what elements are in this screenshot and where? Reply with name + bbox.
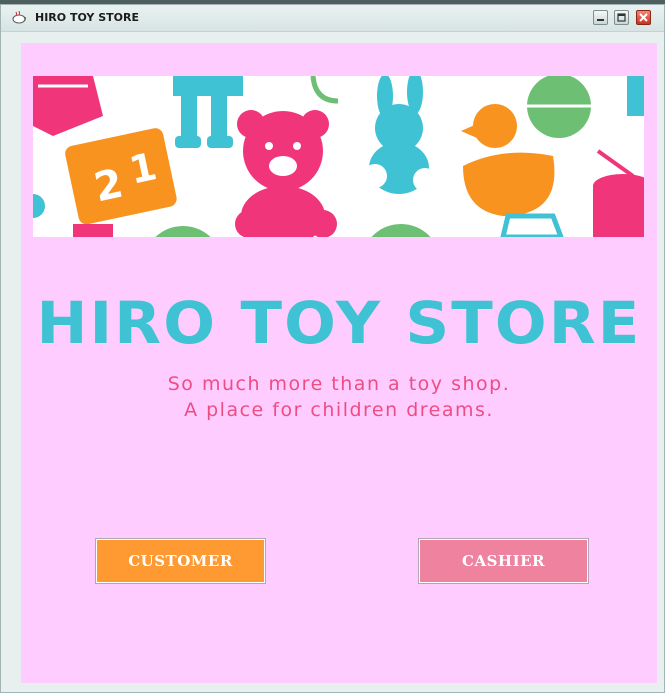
app-icon xyxy=(12,11,26,24)
close-button[interactable] xyxy=(636,10,651,25)
close-icon xyxy=(639,13,648,22)
tagline-line-2: A place for children dreams. xyxy=(184,399,494,421)
tagline-line-1: So much more than a toy shop. xyxy=(167,373,511,395)
maximize-icon xyxy=(617,13,626,22)
toy-banner-image: 2 1 xyxy=(33,76,644,237)
minimize-icon xyxy=(597,19,604,21)
maximize-button[interactable] xyxy=(614,10,629,25)
main-panel: 2 1 HIRO TOY STORE So much more than a t… xyxy=(21,43,657,683)
app-window: HIRO TOY STORE 2 1 HIRO TOY STORE So muc… xyxy=(0,4,665,693)
customer-button[interactable]: CUSTOMER xyxy=(95,538,266,584)
toy-pattern-graphic: 2 1 xyxy=(33,76,644,237)
store-heading: HIRO TOY STORE xyxy=(36,289,642,357)
title-bar[interactable]: HIRO TOY STORE xyxy=(1,5,664,32)
cashier-button[interactable]: CASHIER xyxy=(418,538,589,584)
window-title: HIRO TOY STORE xyxy=(35,11,139,24)
minimize-button[interactable] xyxy=(593,10,608,25)
